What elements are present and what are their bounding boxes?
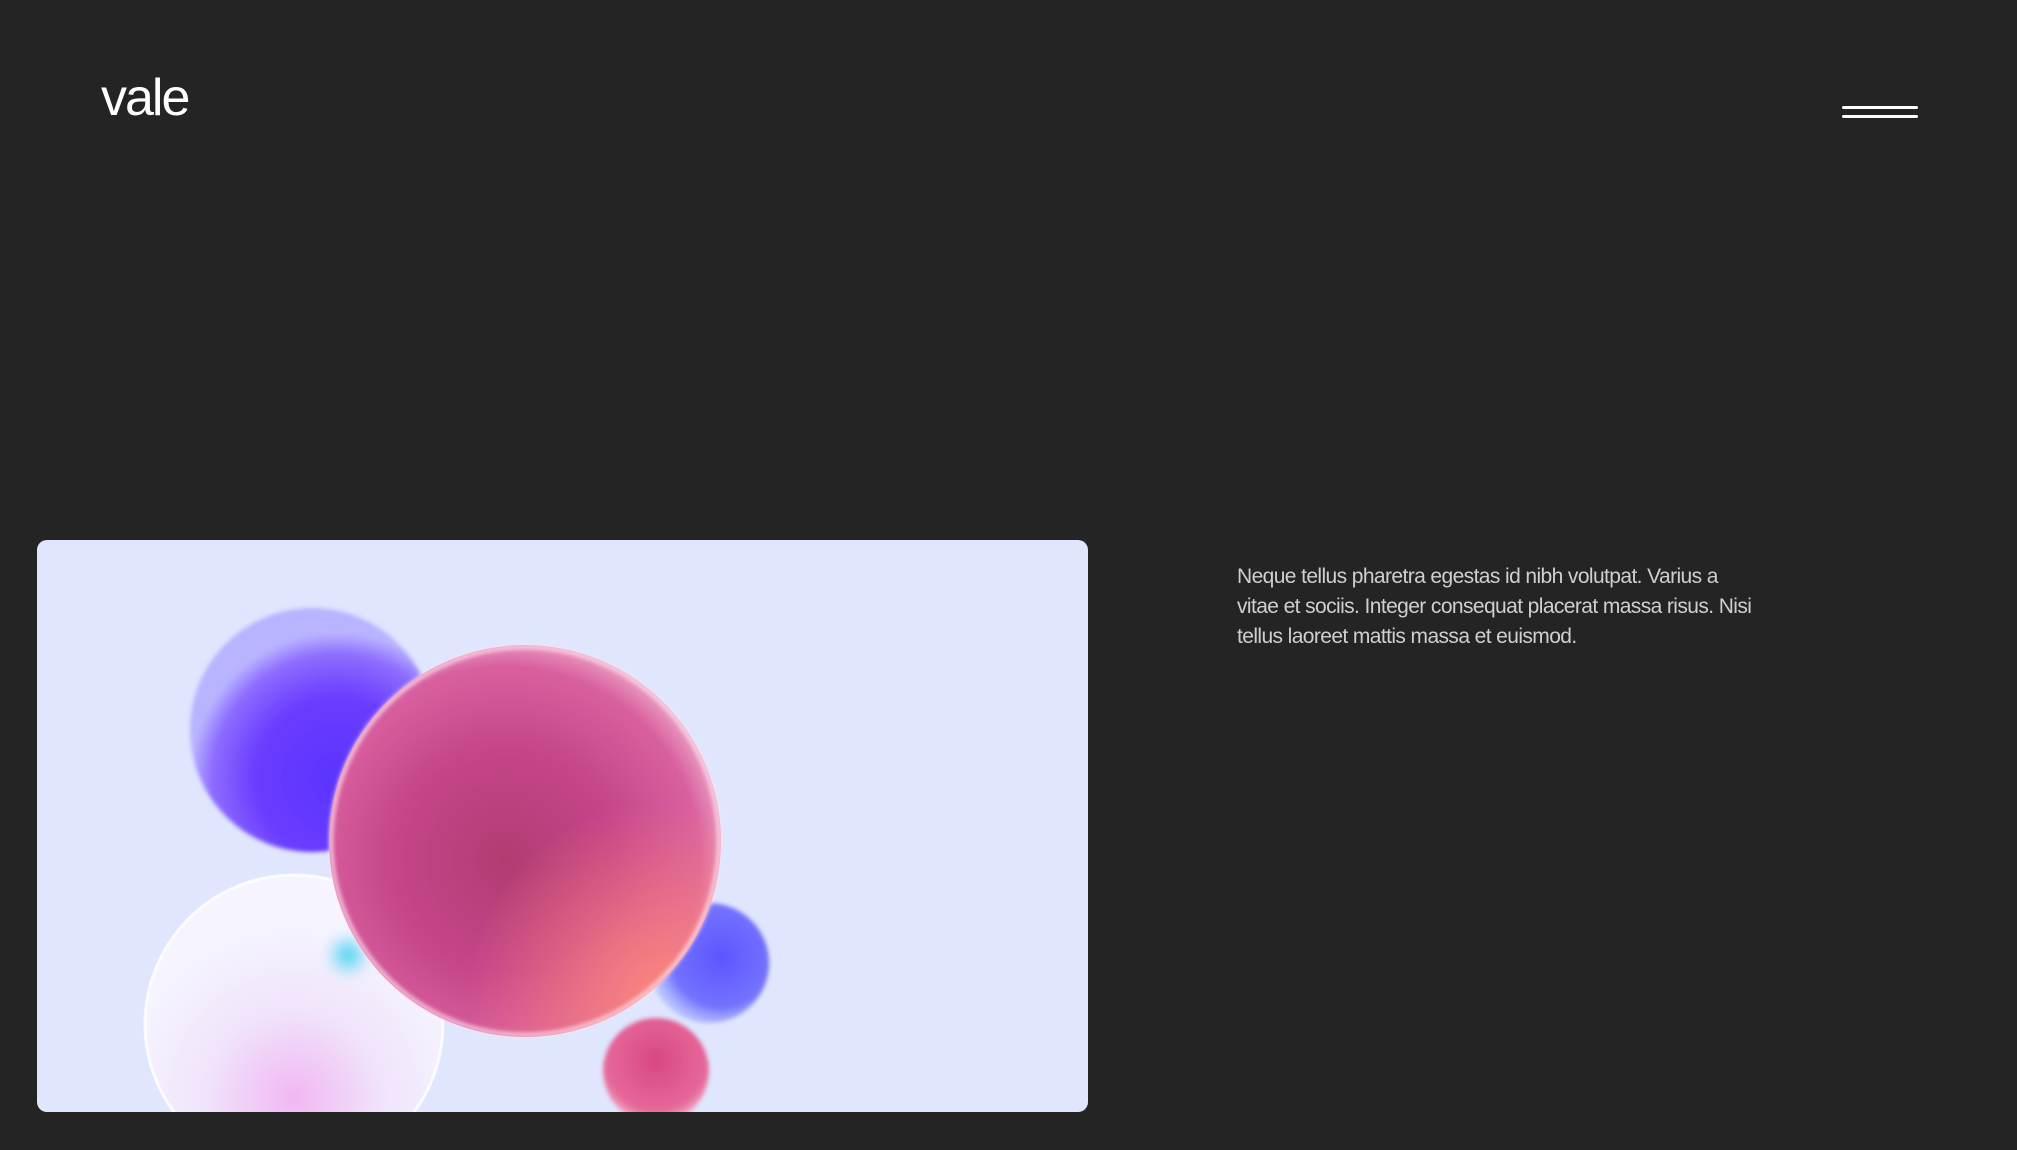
hamburger-menu-icon[interactable] <box>1836 98 1918 128</box>
hero-image <box>37 540 1088 1112</box>
menu-bar-top <box>1842 106 1918 109</box>
hero-description: Neque tellus pharetra egestas id nibh vo… <box>1237 565 1752 648</box>
menu-bar-bottom <box>1842 115 1918 118</box>
logo[interactable]: vale <box>101 72 190 124</box>
spheres-illustration <box>143 608 769 1112</box>
pink-sphere <box>603 1018 709 1112</box>
